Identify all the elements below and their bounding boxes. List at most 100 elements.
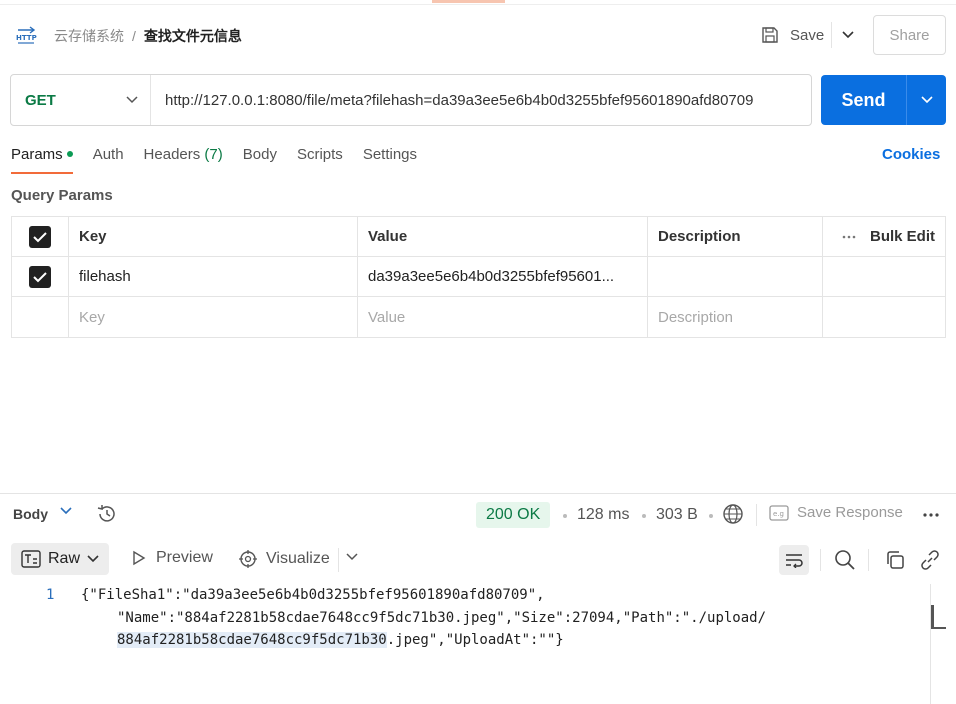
query-params-title: Query Params [11, 187, 113, 204]
format-toolbar: Raw Preview Visualize [0, 540, 956, 580]
new-key-input[interactable]: Key [69, 297, 358, 337]
column-header-value: Value [358, 217, 648, 256]
scrollbar-thumb[interactable] [931, 605, 946, 629]
status-dot [66, 151, 73, 158]
visualize-button[interactable]: Visualize [238, 549, 330, 569]
table-row: filehash da39a3ee5e6b4b0d3255bfef95601..… [12, 257, 945, 297]
tab-headers[interactable]: Headers (7) [144, 140, 223, 174]
copy-icon[interactable] [884, 549, 906, 571]
column-header-description: Description [648, 217, 823, 256]
response-time[interactable]: 128 ms [577, 506, 629, 524]
method-select[interactable]: GET [11, 75, 151, 125]
response-size[interactable]: 303 B [656, 506, 698, 524]
tab-auth[interactable]: Auth [93, 140, 124, 174]
link-icon[interactable] [919, 549, 941, 571]
chevron-down-icon[interactable] [345, 552, 359, 562]
check-icon [33, 271, 47, 282]
save-options-button[interactable] [832, 20, 864, 50]
svg-text:e.g: e.g [773, 510, 784, 518]
headers-count: (7) [204, 146, 223, 163]
breadcrumb-collection[interactable]: 云存储系统 [54, 26, 124, 46]
status-badge[interactable]: 200 OK [476, 502, 551, 528]
history-icon[interactable] [96, 503, 118, 525]
url-input[interactable]: http://127.0.0.1:8080/file/meta?filehash… [151, 92, 811, 109]
visualize-icon [239, 550, 257, 568]
separator-dot [642, 514, 646, 518]
new-value-input[interactable]: Value [358, 297, 648, 337]
new-description-input[interactable]: Description [648, 297, 823, 337]
bulk-edit-button[interactable]: Bulk Edit [870, 228, 935, 245]
visualize-label: Visualize [266, 550, 330, 567]
param-description-input[interactable] [648, 257, 823, 296]
separator-dot [563, 514, 567, 518]
divider [756, 504, 757, 526]
format-label: Raw [48, 550, 81, 567]
http-icon: HTTP [16, 26, 37, 44]
preview-button[interactable]: Preview [132, 549, 213, 567]
svg-text:HTTP: HTTP [16, 34, 37, 42]
tab-params-label: Params [11, 146, 63, 163]
save-button[interactable]: Save [760, 22, 824, 48]
chevron-down-icon [842, 31, 854, 39]
share-button[interactable]: Share [873, 15, 946, 55]
save-icon [762, 27, 778, 43]
send-label: Send [841, 89, 886, 110]
scrollbar-track[interactable] [930, 584, 931, 704]
request-bar: GET http://127.0.0.1:8080/file/meta?file… [10, 74, 812, 126]
params-table: Key Value Description Bulk Edit filehash… [11, 216, 946, 338]
tab-headers-label: Headers [143, 146, 201, 163]
top-bar: HTTP 云存储系统 / 查找文件元信息 Save Share [0, 0, 956, 70]
table-row: Key Value Description [12, 297, 945, 337]
search-icon[interactable] [834, 549, 856, 571]
select-all-cell [12, 217, 69, 256]
chevron-down-icon [126, 96, 138, 104]
preview-label: Preview [156, 549, 213, 566]
row-checkbox[interactable] [29, 265, 51, 288]
format-select[interactable]: Raw [11, 543, 109, 575]
save-label: Save [790, 26, 825, 44]
active-tab-indicator [432, 0, 505, 3]
cookies-link[interactable]: Cookies [882, 146, 940, 163]
globe-icon[interactable] [722, 503, 744, 525]
request-tabs: Params Auth Headers (7) Body Scripts Set… [11, 140, 437, 174]
bulk-edit-cell: Bulk Edit [823, 217, 945, 256]
breadcrumb-separator: / [132, 28, 136, 44]
response-body-label[interactable]: Body [13, 506, 48, 522]
wrap-icon [786, 554, 803, 568]
wrap-lines-button[interactable] [779, 545, 809, 575]
code-line-rest: .jpeg","UploadAt":""} [386, 632, 564, 648]
request-title[interactable]: 查找文件元信息 [144, 26, 242, 46]
param-value-input[interactable]: da39a3ee5e6b4b0d3255bfef95601... [358, 257, 648, 296]
row-check-cell [12, 297, 69, 337]
divider [820, 549, 821, 571]
column-header-key: Key [69, 217, 358, 256]
tab-scripts[interactable]: Scripts [297, 140, 343, 174]
chevron-down-icon [920, 96, 933, 104]
code-line: "Name":"884af2281b58cdae7648cc9f5dc71b30… [117, 610, 767, 626]
more-horizontal-icon[interactable] [922, 506, 940, 524]
select-all-checkbox[interactable] [29, 225, 51, 248]
code-line: {"FileSha1":"da39a3ee5e6b4b0d3255bfef956… [81, 587, 545, 603]
save-response-button[interactable]: e.g Save Response [769, 504, 903, 521]
table-header-row: Key Value Description Bulk Edit [12, 217, 945, 257]
tab-body[interactable]: Body [243, 140, 277, 174]
send-button[interactable]: Send [821, 75, 946, 125]
check-icon [33, 231, 47, 242]
param-key-input[interactable]: filehash [69, 257, 358, 296]
method-label: GET [25, 91, 56, 109]
divider [338, 548, 339, 572]
response-bar: Body 200 OK 128 ms 303 B e.g Save Respon… [0, 494, 956, 536]
divider [868, 549, 869, 571]
example-icon: e.g [769, 504, 789, 521]
row-actions-cell [823, 257, 945, 296]
text-format-icon [21, 550, 41, 568]
tab-settings[interactable]: Settings [363, 140, 417, 174]
tab-params[interactable]: Params [11, 140, 73, 174]
more-horizontal-icon[interactable] [842, 235, 856, 239]
response-body-code[interactable]: 1 {"FileSha1":"da39a3ee5e6b4b0d3255bfef9… [0, 584, 930, 704]
send-options-button[interactable] [907, 96, 946, 104]
search-highlight: 884af2281b58cdae7648cc9f5dc71b30 [117, 632, 387, 648]
chevron-down-icon[interactable] [60, 507, 72, 515]
play-icon [133, 550, 146, 566]
divider [0, 4, 956, 5]
